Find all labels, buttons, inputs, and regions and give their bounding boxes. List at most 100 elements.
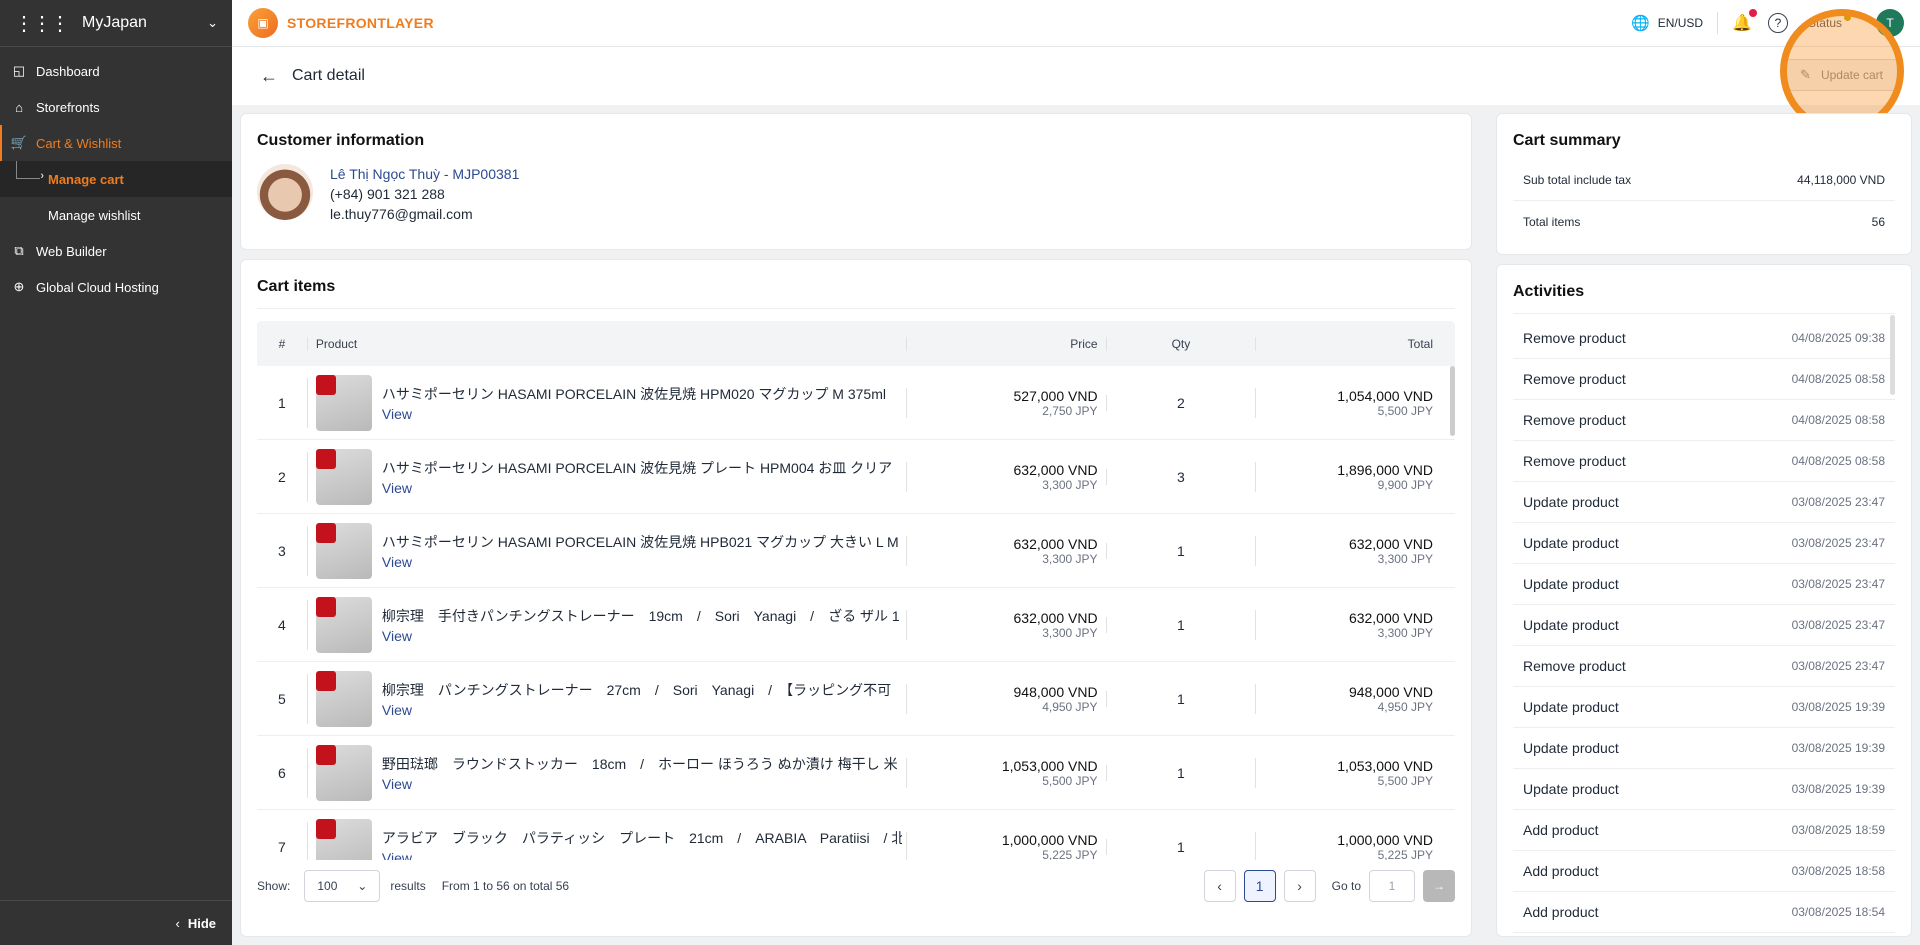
activities-scrollbar[interactable]	[1890, 315, 1895, 395]
row-number: 5	[278, 690, 286, 707]
cloud-hosting-icon: ⊕	[13, 279, 25, 294]
product-name: 柳宗理 手付きパンチングストレーナー 19cm / Sori Yanagi / …	[381, 607, 900, 624]
goto-page-input[interactable]: 1	[1369, 870, 1415, 902]
product-name: ハサミポーセリン HASAMI PORCELAIN 波佐見焼 HPB021 マグ…	[381, 533, 899, 550]
table-footer: Show: 100 ⌄ results From 1 to 56 on tota…	[257, 860, 1455, 912]
workspace-name: MyJapan	[82, 14, 147, 31]
product-thumbnail	[315, 374, 372, 431]
activity-row: Update product 03/08/2025 23:47	[1513, 564, 1895, 605]
cart-icon: 🛒	[10, 135, 28, 150]
activity-date: 03/08/2025 18:54	[1791, 905, 1885, 919]
locale-selector[interactable]: EN/USD	[1658, 16, 1703, 30]
total-jpy: 5,500 JPY	[1377, 403, 1433, 418]
activity-action: Update product	[1523, 781, 1619, 797]
activity-date: 03/08/2025 23:47	[1791, 495, 1885, 509]
table-scrollbar[interactable]	[1450, 366, 1455, 436]
storefront-logo-icon: ▣	[248, 8, 278, 38]
total-vnd: 1,053,000 VND	[1337, 757, 1433, 774]
chevron-down-icon: ⌄	[357, 879, 368, 893]
product-thumbnail	[315, 448, 372, 505]
sidebar-item-storefronts[interactable]: ⌂ Storefronts	[0, 89, 232, 125]
activity-action: Update product	[1523, 699, 1619, 715]
summary-value: 44,118,000 VND	[1797, 173, 1885, 187]
sidebar-item-cart-wishlist[interactable]: 🛒 Cart & Wishlist	[0, 125, 232, 161]
product-view-link[interactable]: View	[382, 628, 902, 644]
customer-info-heading: Customer information	[257, 132, 425, 149]
activity-action: Update product	[1523, 535, 1619, 551]
sidebar-subitem-manage-cart[interactable]: Manage cart	[0, 161, 232, 197]
price-vnd: 632,000 VND	[1013, 609, 1098, 626]
cart-items-heading: Cart items	[257, 278, 1455, 309]
customer-name-link[interactable]: Lê Thị Ngọc Thuỳ - MJP00381	[330, 164, 519, 184]
table-row: 7 アラビア ブラック パラティッシ プレート 21cm / ARABIA Par…	[257, 810, 1455, 860]
activity-row: Remove product 04/08/2025 09:38	[1513, 318, 1895, 359]
activity-row: Update product 03/08/2025 19:39	[1513, 687, 1895, 728]
storefront-icon: ⌂	[15, 99, 23, 115]
customer-email: le.thuy776@gmail.com	[330, 206, 473, 222]
activity-date: 03/08/2025 18:58	[1791, 864, 1885, 878]
update-cart-button[interactable]: ✎ Update cart	[1785, 59, 1898, 91]
prev-page-button[interactable]: ‹	[1203, 870, 1236, 902]
activity-row: Update product 03/08/2025 23:47	[1513, 605, 1895, 646]
user-avatar[interactable]: T	[1876, 9, 1904, 37]
sidebar-item-dashboard[interactable]: ◱ Dashboard	[0, 53, 232, 89]
help-icon[interactable]: ?	[1767, 13, 1788, 33]
table-body[interactable]: 1 ハサミポーセリン HASAMI PORCELAIN 波佐見焼 HPM020 マ…	[257, 366, 1455, 860]
notification-bell-icon[interactable]: 🔔	[1732, 9, 1757, 33]
web-builder-icon: ⧉	[14, 243, 24, 258]
table-row: 5 柳宗理 パンチングストレーナー 27cm / Sori Yanagi / 【ラ…	[257, 662, 1455, 736]
price-jpy: 5,500 JPY	[1042, 773, 1098, 788]
column-header-num: #	[278, 336, 286, 351]
sidebar-item-global-cloud-hosting[interactable]: ⊕ Global Cloud Hosting	[0, 269, 232, 305]
sidebar-item-label: Storefronts	[36, 99, 100, 115]
column-header-qty: Qty	[1105, 336, 1256, 351]
activities-list[interactable]: Remove product 04/08/2025 09:38 Remove pro…	[1513, 318, 1895, 933]
status-label: Status	[1807, 16, 1842, 30]
sidebar-subitem-manage-wishlist[interactable]: Manage wishlist	[0, 197, 232, 233]
price-vnd: 1,000,000 VND	[1001, 831, 1098, 848]
next-page-button[interactable]: ›	[1283, 870, 1316, 902]
product-view-link[interactable]: View	[382, 702, 902, 718]
update-cart-label: Update cart	[1820, 68, 1883, 82]
status-indicator[interactable]: Status	[1807, 14, 1851, 30]
divider	[1717, 12, 1719, 34]
activity-date: 03/08/2025 18:59	[1791, 823, 1885, 837]
table-header: # Product Price Qty Total	[257, 321, 1455, 366]
row-number: 6	[278, 764, 286, 781]
activity-date: 04/08/2025 08:58	[1791, 372, 1885, 386]
activity-row: Add product 03/08/2025 18:58	[1513, 851, 1895, 892]
row-number: 7	[278, 838, 286, 855]
back-arrow-icon[interactable]: ←	[260, 66, 278, 87]
price-jpy: 3,300 JPY	[1042, 551, 1098, 566]
chevron-down-icon[interactable]: ⌄	[207, 15, 218, 31]
price-jpy: 5,225 JPY	[1042, 847, 1098, 861]
results-label: results	[390, 879, 426, 893]
product-view-link[interactable]: View	[382, 776, 902, 792]
customer-phone: (+84) 901 321 288	[330, 186, 445, 202]
page-size-select[interactable]: 100 ⌄	[304, 870, 381, 902]
results-range: From 1 to 56 on total 56	[441, 879, 570, 893]
product-view-link[interactable]: View	[382, 406, 902, 422]
globe-icon[interactable]: 🌐	[1631, 14, 1650, 32]
price-jpy: 4,950 JPY	[1042, 699, 1098, 714]
goto-arrow-button[interactable]: →	[1423, 870, 1455, 902]
activity-row: Update product 03/08/2025 19:39	[1513, 769, 1895, 810]
product-view-link[interactable]: View	[382, 554, 902, 570]
brand-logo[interactable]: ▣ STOREFRONTLAYER	[248, 8, 434, 38]
sidebar-item-web-builder[interactable]: ⧉ Web Builder	[0, 233, 232, 269]
activity-date: 03/08/2025 23:47	[1791, 577, 1885, 591]
quantity: 1	[1105, 616, 1256, 633]
workspace-switcher[interactable]: ⋮⋮⋮ MyJapan ⌄	[0, 0, 232, 47]
total-vnd: 1,000,000 VND	[1337, 831, 1433, 848]
total-jpy: 3,300 JPY	[1377, 625, 1433, 640]
page-button-current[interactable]: 1	[1243, 870, 1276, 902]
product-view-link[interactable]: View	[382, 480, 902, 496]
price-vnd: 527,000 VND	[1013, 387, 1098, 404]
product-view-link[interactable]: View	[382, 850, 902, 861]
hide-sidebar-button[interactable]: ‹ Hide	[0, 900, 232, 945]
row-number: 2	[278, 468, 286, 485]
summary-row-total-items: Total items 56	[1513, 201, 1895, 242]
row-number: 4	[278, 616, 286, 633]
total-vnd: 948,000 VND	[1348, 683, 1433, 700]
apps-grid-icon[interactable]: ⋮⋮⋮	[14, 11, 70, 36]
